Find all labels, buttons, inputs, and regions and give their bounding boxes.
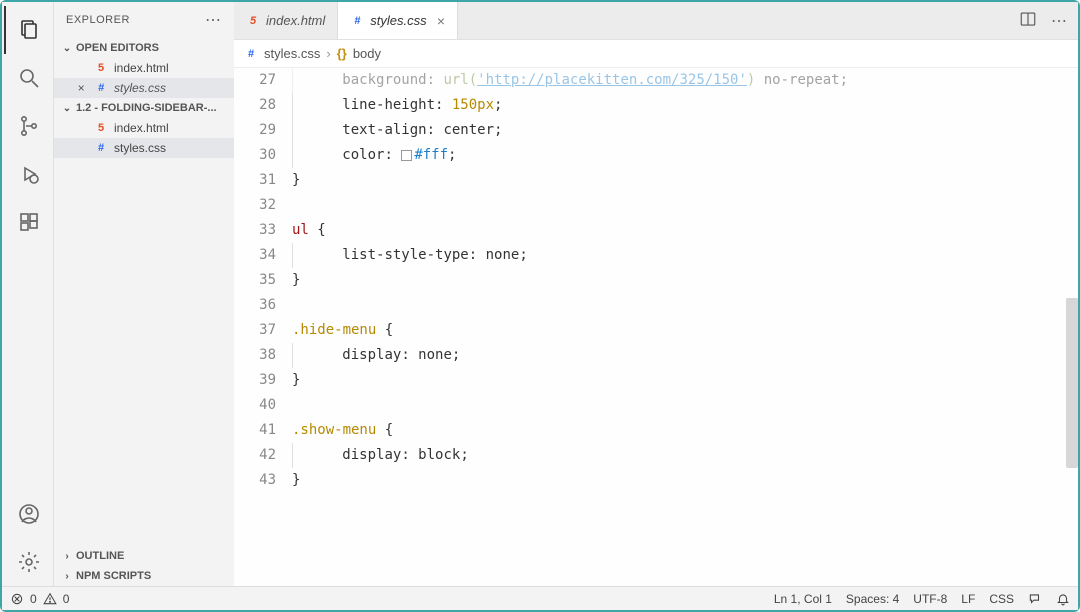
open-editor-item[interactable]: × # styles.css	[54, 78, 234, 98]
file-name: styles.css	[114, 81, 166, 95]
status-bar: 0 0 Ln 1, Col 1 Spaces: 4 UTF-8 LF CSS	[2, 586, 1078, 610]
outline-section[interactable]: › OUTLINE	[54, 546, 234, 566]
file-name: styles.css	[114, 141, 166, 155]
breadcrumb[interactable]: # styles.css › {} body	[234, 40, 1078, 68]
warning-count[interactable]: 0	[63, 592, 70, 606]
activity-bar	[2, 2, 54, 586]
file-item[interactable]: × # styles.css	[54, 138, 234, 158]
feedback-icon[interactable]	[1028, 592, 1042, 606]
chevron-right-icon: ›	[326, 46, 330, 61]
tab-label: index.html	[266, 13, 325, 28]
folder-section[interactable]: ⌄ 1.2 - FOLDING-SIDEBAR-...	[54, 98, 234, 118]
symbol-icon: {}	[337, 46, 347, 61]
breadcrumb-symbol[interactable]: body	[353, 46, 381, 61]
source-control-activity-button[interactable]	[4, 102, 52, 150]
line-gutter: 2728293031323334353637383940414243	[234, 68, 286, 586]
html-file-icon: 5	[246, 14, 260, 28]
explorer-activity-button[interactable]	[4, 6, 52, 54]
file-item[interactable]: × 5 index.html	[54, 118, 234, 138]
sidebar-more-icon[interactable]: ⋯	[205, 10, 222, 30]
search-activity-button[interactable]	[4, 54, 52, 102]
split-editor-icon[interactable]	[1019, 10, 1037, 31]
close-icon[interactable]: ×	[433, 13, 445, 29]
error-count[interactable]: 0	[30, 592, 37, 606]
sidebar-title: EXPLORER	[66, 14, 130, 26]
sidebar-header: EXPLORER ⋯	[54, 2, 234, 38]
open-editor-item[interactable]: × 5 index.html	[54, 58, 234, 78]
npm-scripts-label: NPM SCRIPTS	[76, 570, 151, 582]
open-editors-label: OPEN EDITORS	[76, 42, 159, 54]
tab-bar: 5 index.html # styles.css × ⋯	[234, 2, 1078, 40]
css-file-icon: #	[244, 47, 258, 61]
tab-styles-css[interactable]: # styles.css ×	[338, 2, 458, 39]
chevron-down-icon: ⌄	[60, 43, 74, 54]
chevron-right-icon: ›	[60, 571, 74, 582]
chevron-down-icon: ⌄	[60, 103, 74, 114]
code-content[interactable]: background: url('http://placekitten.com/…	[286, 68, 1078, 586]
file-name: index.html	[114, 61, 169, 75]
tab-label: styles.css	[370, 13, 426, 28]
extensions-activity-button[interactable]	[4, 198, 52, 246]
css-file-icon: #	[94, 141, 108, 155]
status-language[interactable]: CSS	[989, 592, 1014, 606]
outline-label: OUTLINE	[76, 550, 124, 562]
chevron-right-icon: ›	[60, 551, 74, 562]
breadcrumb-file[interactable]: styles.css	[264, 46, 320, 61]
editor-area: 5 index.html # styles.css × ⋯ # styles.c…	[234, 2, 1078, 586]
folder-label: 1.2 - FOLDING-SIDEBAR-...	[76, 102, 217, 114]
errors-icon[interactable]	[10, 592, 24, 606]
close-icon[interactable]: ×	[74, 61, 88, 75]
scrollbar-thumb[interactable]	[1066, 298, 1078, 468]
css-file-icon: #	[350, 14, 364, 28]
tab-more-icon[interactable]: ⋯	[1051, 11, 1068, 31]
status-eol[interactable]: LF	[961, 592, 975, 606]
status-spaces[interactable]: Spaces: 4	[846, 592, 899, 606]
status-encoding[interactable]: UTF-8	[913, 592, 947, 606]
tab-index-html[interactable]: 5 index.html	[234, 2, 338, 39]
html-file-icon: 5	[94, 121, 108, 135]
npm-scripts-section[interactable]: › NPM SCRIPTS	[54, 566, 234, 586]
bell-icon[interactable]	[1056, 592, 1070, 606]
html-file-icon: 5	[94, 61, 108, 75]
open-editors-section[interactable]: ⌄ OPEN EDITORS	[54, 38, 234, 58]
accounts-activity-button[interactable]	[4, 490, 52, 538]
status-line-col[interactable]: Ln 1, Col 1	[774, 592, 832, 606]
css-file-icon: #	[94, 81, 108, 95]
file-name: index.html	[114, 121, 169, 135]
sidebar: EXPLORER ⋯ ⌄ OPEN EDITORS × 5 index.html…	[54, 2, 234, 586]
close-icon[interactable]: ×	[74, 81, 88, 95]
run-debug-activity-button[interactable]	[4, 150, 52, 198]
code-editor[interactable]: 2728293031323334353637383940414243 backg…	[234, 68, 1078, 586]
warnings-icon[interactable]	[43, 592, 57, 606]
settings-activity-button[interactable]	[4, 538, 52, 586]
